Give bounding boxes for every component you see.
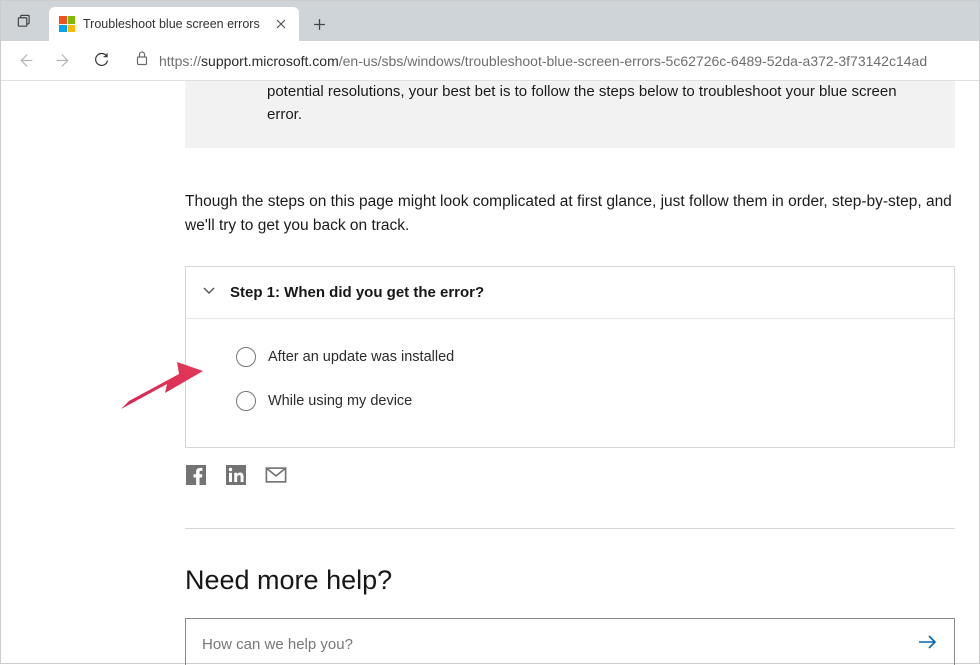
share-row <box>185 464 955 486</box>
tab-actions-button[interactable] <box>1 1 45 41</box>
radio-icon <box>236 347 256 367</box>
divider <box>185 528 955 529</box>
radio-label: After an update was installed <box>268 349 454 365</box>
intro-text: Though the steps on this page might look… <box>185 190 955 238</box>
email-icon[interactable] <box>265 464 287 486</box>
help-search-input[interactable] <box>202 636 916 653</box>
step-options: After an update was installed While usin… <box>186 319 954 447</box>
help-search-box[interactable] <box>185 618 955 665</box>
tab-close-button[interactable] <box>273 16 289 32</box>
lock-icon <box>135 50 149 71</box>
note-text: potential resolutions, your best bet is … <box>267 83 897 123</box>
chevron-down-icon <box>202 283 216 302</box>
facebook-icon[interactable] <box>185 464 207 486</box>
note-box: potential resolutions, your best bet is … <box>185 81 955 148</box>
help-heading: Need more help? <box>185 565 955 596</box>
search-arrow-icon[interactable] <box>916 631 938 658</box>
linkedin-icon[interactable] <box>225 464 247 486</box>
page-content: potential resolutions, your best bet is … <box>1 81 979 665</box>
browser-titlebar: Troubleshoot blue screen errors <box>1 1 979 41</box>
forward-button[interactable] <box>45 45 81 77</box>
refresh-button[interactable] <box>83 45 119 77</box>
radio-option[interactable]: After an update was installed <box>236 347 938 367</box>
radio-option[interactable]: While using my device <box>236 391 938 411</box>
url-text: https://support.microsoft.com/en-us/sbs/… <box>159 53 927 69</box>
step-panel: Step 1: When did you get the error? Afte… <box>185 266 955 448</box>
tab-title: Troubleshoot blue screen errors <box>83 17 265 31</box>
step-header[interactable]: Step 1: When did you get the error? <box>186 267 954 319</box>
step-title: Step 1: When did you get the error? <box>230 284 484 301</box>
microsoft-favicon <box>59 16 75 32</box>
browser-toolbar: https://support.microsoft.com/en-us/sbs/… <box>1 41 979 81</box>
radio-icon <box>236 391 256 411</box>
address-bar[interactable]: https://support.microsoft.com/en-us/sbs/… <box>125 46 973 76</box>
radio-label: While using my device <box>268 393 412 409</box>
browser-tab[interactable]: Troubleshoot blue screen errors <box>49 7 299 41</box>
back-button[interactable] <box>7 45 43 77</box>
new-tab-button[interactable] <box>303 8 335 40</box>
